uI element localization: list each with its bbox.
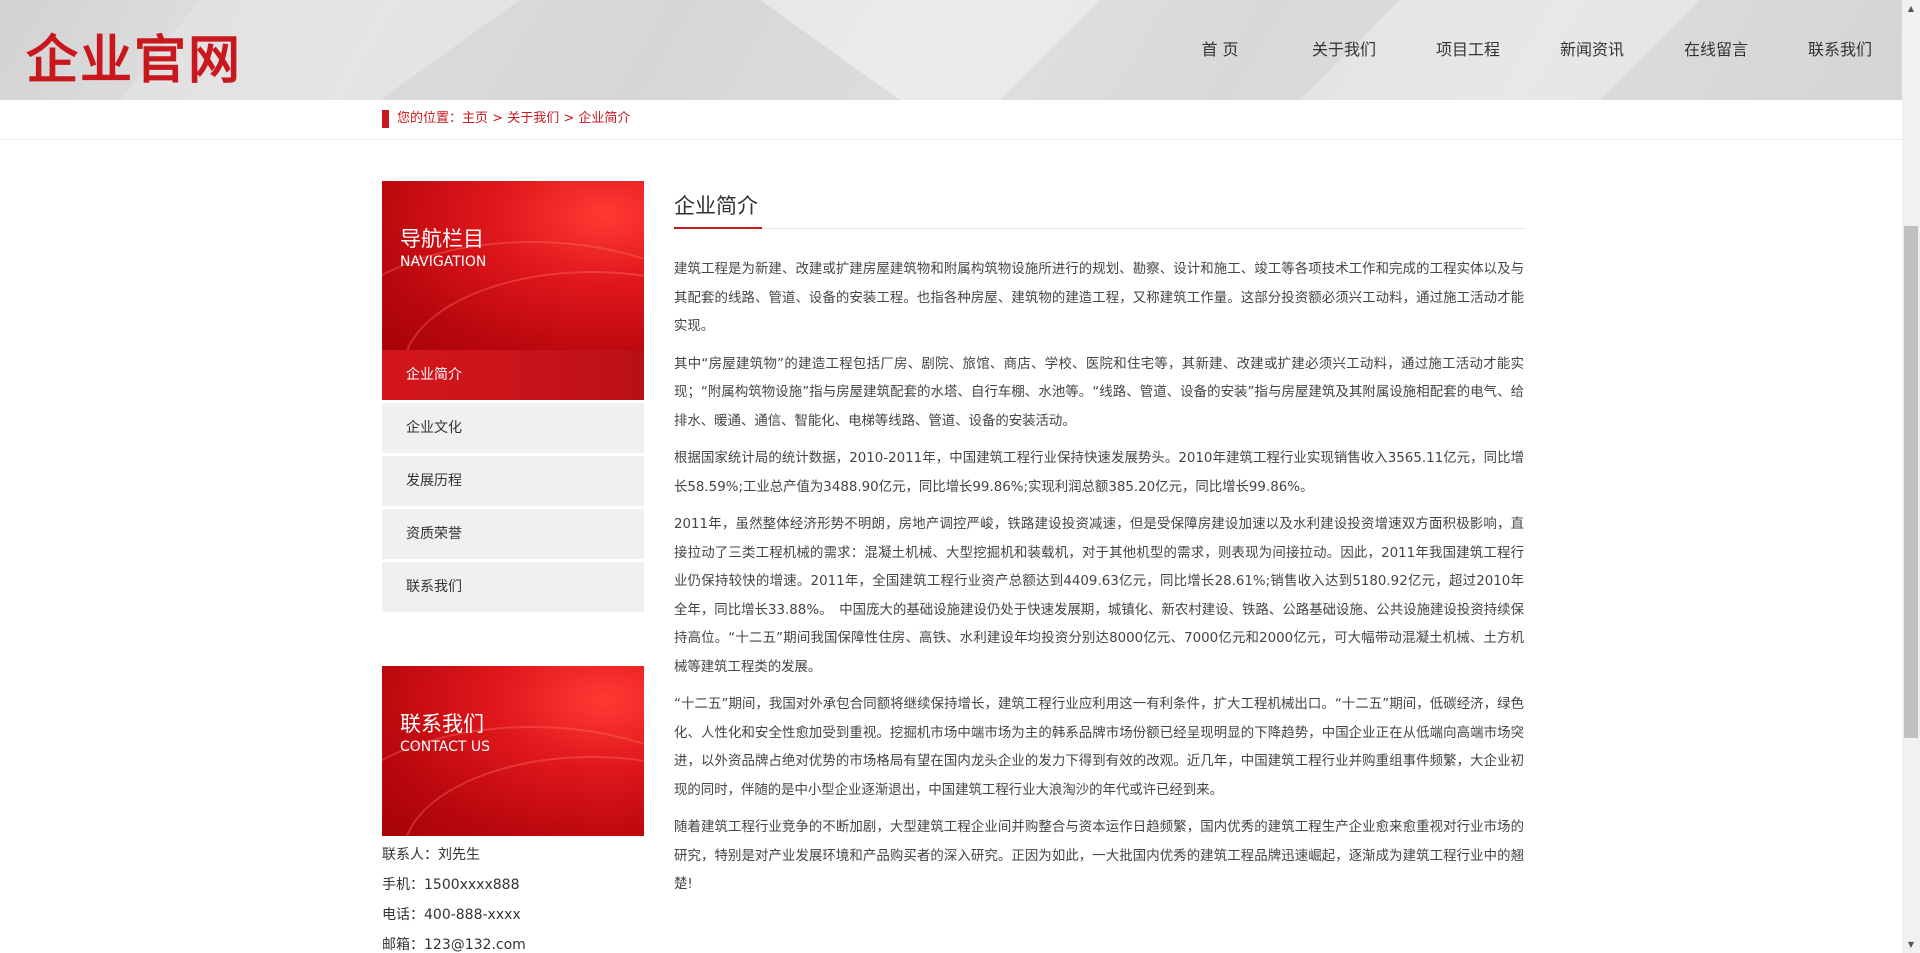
sidebar-nav-title: 导航栏目 xyxy=(400,227,484,251)
sidebar-item-contact[interactable]: 联系我们 xyxy=(382,562,644,612)
title-divider xyxy=(674,228,1524,229)
sidebar-item-history[interactable]: 发展历程 xyxy=(382,456,644,506)
main-content: 企业简介 建筑工程是为新建、改建或扩建房屋建筑物和附属构筑物设施所进行的规划、勘… xyxy=(674,190,1524,892)
sidebar-item-company-culture[interactable]: 企业文化 xyxy=(382,403,644,453)
contact-email: 邮箱：123@132.com xyxy=(382,937,526,953)
page-title: 企业简介 xyxy=(674,194,758,218)
title-underline xyxy=(674,227,762,229)
breadcrumb-sep: > xyxy=(488,111,508,126)
sidebar-nav-banner: 导航栏目 NAVIGATION xyxy=(382,181,644,351)
breadcrumb: 您的位置： 主页 > 关于我们 > 企业简介 xyxy=(397,110,630,128)
nav-contact[interactable]: 联系我们 xyxy=(1778,0,1902,100)
nav-message[interactable]: 在线留言 xyxy=(1654,0,1778,100)
site-logo[interactable]: 企业官网 xyxy=(26,18,242,93)
article-paragraph: “十二五”期间，我国对外承包合同额将继续保持增长，建筑工程行业应利用这一有利条件… xyxy=(674,697,1524,798)
sidebar-contact-title: 联系我们 xyxy=(400,712,484,736)
sidebar-contact-banner: 联系我们 CONTACT US xyxy=(382,666,644,836)
nav-projects[interactable]: 项目工程 xyxy=(1406,0,1530,100)
breadcrumb-prefix: 您的位置： xyxy=(397,111,463,126)
article-body: 建筑工程是为新建、改建或扩建房屋建筑物和附属构筑物设施所进行的规划、勘察、设计和… xyxy=(674,256,1524,909)
breadcrumb-marker xyxy=(382,110,389,128)
article-paragraph: 建筑工程是为新建、改建或扩建房屋建筑物和附属构筑物设施所进行的规划、勘察、设计和… xyxy=(674,262,1524,334)
sidebar-contact-subtitle: CONTACT US xyxy=(400,739,490,755)
nav-news[interactable]: 新闻资讯 xyxy=(1530,0,1654,100)
article-paragraph: 根据国家统计局的统计数据，2010-2011年，中国建筑工程行业保持快速发展势头… xyxy=(674,451,1524,495)
page-scrollbar[interactable]: ▲ ▼ xyxy=(1902,0,1920,953)
breadcrumb-current[interactable]: 企业简介 xyxy=(578,110,630,128)
breadcrumb-bar xyxy=(0,100,1902,140)
site-header: 企业官网 首 页 关于我们 项目工程 新闻资讯 在线留言 联系我们 xyxy=(0,0,1902,100)
article-paragraph: 随着建筑工程行业竞争的不断加剧，大型建筑工程企业间并购整合与资本运作日趋频繁，国… xyxy=(674,820,1524,892)
breadcrumb-parent[interactable]: 关于我们 xyxy=(507,110,559,128)
sidebar-item-company-profile[interactable]: 企业简介 xyxy=(382,350,644,400)
scroll-down-arrow-icon[interactable]: ▼ xyxy=(1902,936,1920,953)
scroll-up-arrow-icon[interactable]: ▲ xyxy=(1902,0,1920,17)
breadcrumb-sep: > xyxy=(559,111,579,126)
sidebar-item-honors[interactable]: 资质荣誉 xyxy=(382,509,644,559)
sidebar-nav-subtitle: NAVIGATION xyxy=(400,254,487,270)
nav-home[interactable]: 首 页 xyxy=(1158,0,1282,100)
article-paragraph: 其中“房屋建筑物”的建造工程包括厂房、剧院、旅馆、商店、学校、医院和住宅等，其新… xyxy=(674,356,1524,429)
article-paragraph: 2011年，虽然整体经济形势不明朗，房地产调控严峻，铁路建设投资减速，但是受保障… xyxy=(674,517,1524,675)
contact-phone: 电话：400-888-xxxx xyxy=(382,907,521,923)
sidebar-menu: 企业简介 企业文化 发展历程 资质荣誉 联系我们 xyxy=(382,350,644,615)
breadcrumb-home[interactable]: 主页 xyxy=(462,110,488,128)
contact-person: 联系人：刘先生 xyxy=(382,847,480,863)
nav-about[interactable]: 关于我们 xyxy=(1282,0,1406,100)
contact-mobile: 手机：1500xxxx888 xyxy=(382,877,520,893)
contact-info: 联系人：刘先生 手机：1500xxxx888 电话：400-888-xxxx 邮… xyxy=(382,844,644,953)
main-nav: 首 页 关于我们 项目工程 新闻资讯 在线留言 联系我们 xyxy=(1158,0,1902,100)
scrollbar-thumb[interactable] xyxy=(1904,226,1918,738)
